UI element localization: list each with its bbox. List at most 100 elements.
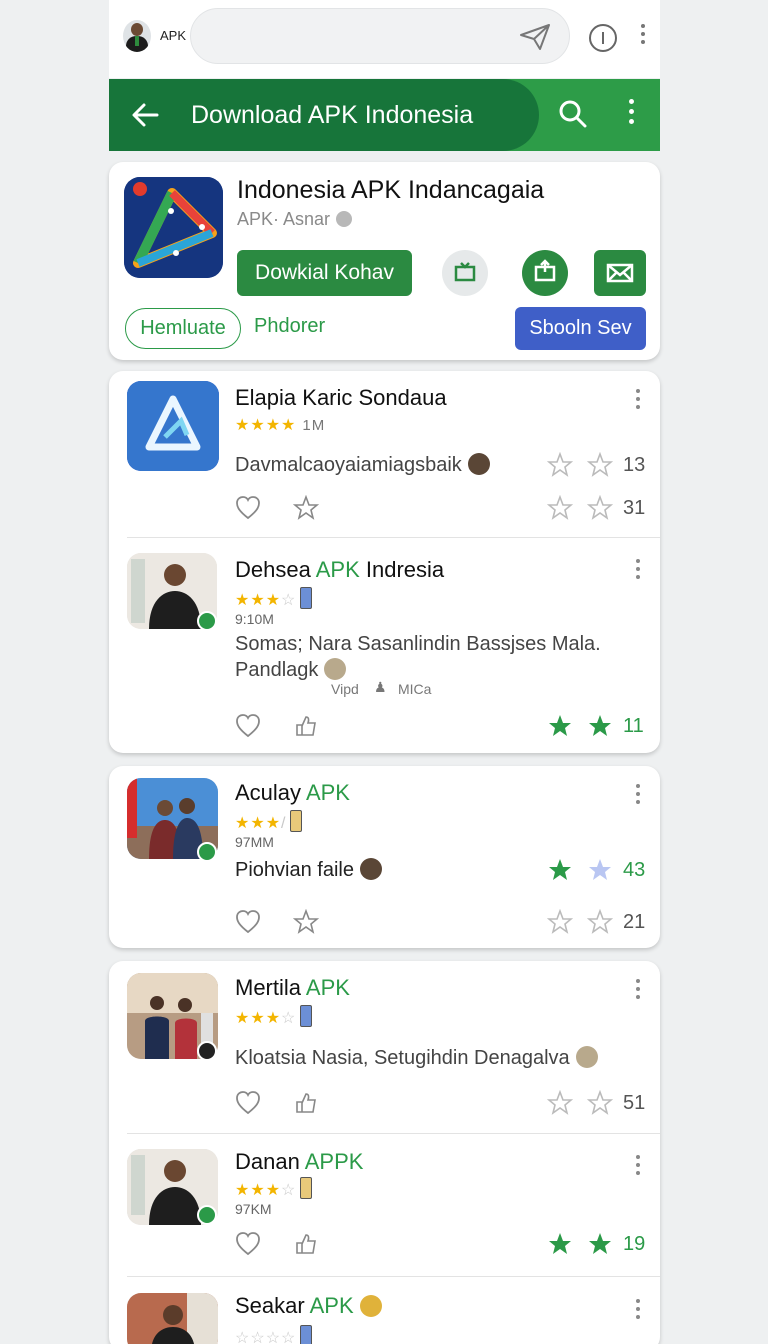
- star-filled-icon[interactable]: [587, 713, 613, 739]
- share-icon[interactable]: [293, 713, 319, 739]
- share-icon[interactable]: [293, 909, 319, 935]
- thumbs-up-icon[interactable]: [293, 1231, 319, 1257]
- star-outline-icon[interactable]: [587, 495, 613, 521]
- info-icon: [575, 1046, 598, 1068]
- rating-stars: ★★★★ 1M: [235, 417, 326, 434]
- star-outline-icon[interactable]: [547, 1090, 573, 1116]
- featured-app-subtitle: APK· Asnar: [237, 209, 353, 230]
- star-filled-icon[interactable]: [587, 1231, 613, 1257]
- app-name: Mertila APK: [235, 975, 350, 1000]
- count: 13: [623, 454, 646, 476]
- top-label: APK: [160, 28, 187, 43]
- overflow-menu-icon[interactable]: [627, 99, 635, 131]
- star-outline-icon[interactable]: [547, 909, 573, 935]
- send-icon[interactable]: [518, 23, 552, 51]
- hemluate-chip[interactable]: Hemluate: [125, 308, 241, 349]
- star-filled-icon[interactable]: [587, 857, 613, 883]
- tv-icon-button[interactable]: [442, 250, 488, 296]
- app-bar: Download APK Indonesia: [109, 79, 660, 151]
- page-title: Download APK Indonesia: [191, 101, 474, 129]
- more-vert-icon[interactable]: [635, 559, 641, 581]
- heart-icon[interactable]: [235, 495, 261, 521]
- count: 21: [623, 911, 646, 933]
- action-row: 11: [235, 713, 655, 743]
- rating-stars: ☆☆☆☆: [235, 1325, 313, 1344]
- rating-stars: ★★★☆: [235, 587, 313, 610]
- list-item[interactable]: Danan APPK ★★★☆ 97KM 19: [109, 1139, 660, 1269]
- app-size: 9:10M: [235, 611, 274, 627]
- count: 43: [623, 859, 646, 881]
- phdorer-link[interactable]: Phdorer: [254, 315, 325, 338]
- call-badge: [197, 1041, 217, 1061]
- rating-stars: ★★★☆: [235, 1177, 313, 1200]
- rating-row: 43: [235, 857, 655, 887]
- star-outline-icon[interactable]: [547, 452, 573, 478]
- divider: [127, 1276, 660, 1277]
- share-icon-button[interactable]: [522, 250, 568, 296]
- app-list-card: Elapia Karic Sondaua ★★★★ 1M Davmalcaoyai…: [109, 371, 660, 753]
- meta-text: MICa: [398, 681, 432, 697]
- thumbs-up-icon[interactable]: [293, 1090, 319, 1116]
- app-name: Elapia Karic Sondaua: [235, 385, 447, 410]
- divider: [127, 1133, 660, 1134]
- count: 51: [623, 1092, 646, 1114]
- more-vert-icon[interactable]: [635, 979, 641, 1001]
- more-vert-icon[interactable]: [635, 1155, 641, 1177]
- heart-icon[interactable]: [235, 713, 261, 739]
- rating-row: 13: [235, 452, 655, 482]
- more-vert-icon[interactable]: [635, 1299, 641, 1321]
- info-icon: [324, 658, 347, 680]
- mail-icon-button[interactable]: [594, 250, 646, 296]
- primary-action-button[interactable]: Sbooln Sev: [515, 307, 646, 350]
- app-icon: [124, 177, 223, 278]
- info-icon[interactable]: [589, 24, 617, 52]
- list-item[interactable]: Seakar APK ☆☆☆☆: [109, 1283, 660, 1344]
- avatar[interactable]: [123, 20, 151, 52]
- featured-app-card: Indonesia APK Indancagaia APK· Asnar Dow…: [109, 162, 660, 360]
- search-icon[interactable]: [558, 99, 588, 129]
- more-vert-icon[interactable]: [635, 389, 641, 411]
- count: 31: [623, 497, 646, 519]
- search-bar[interactable]: [190, 8, 570, 64]
- phone-icon: [290, 810, 303, 832]
- count: 19: [623, 1233, 646, 1255]
- download-button[interactable]: Dowkial Kohav: [237, 250, 412, 296]
- app-name: Dehsea APK Indresia: [235, 557, 445, 582]
- app-name: Aculay APK: [235, 780, 350, 805]
- more-vert-icon[interactable]: [635, 784, 641, 806]
- list-item[interactable]: Dehsea APK Indresia ★★★☆ 9:10M Somas; Na…: [109, 543, 660, 753]
- list-item[interactable]: Mertila APK ★★★☆ Kloatsia Nasia, Setugih…: [109, 961, 660, 1133]
- featured-app-name: Indonesia APK Indancagaia: [237, 176, 545, 204]
- verified-badge: [197, 611, 217, 631]
- heart-icon[interactable]: [235, 1090, 261, 1116]
- action-row: 21: [235, 909, 655, 939]
- star-filled-icon[interactable]: [547, 1231, 573, 1257]
- verified-badge: [197, 1205, 217, 1225]
- share-icon[interactable]: [293, 495, 319, 521]
- star-outline-icon[interactable]: [587, 452, 613, 478]
- more-vert-icon[interactable]: [639, 24, 647, 48]
- back-arrow-icon[interactable]: [131, 101, 159, 129]
- star-outline-icon[interactable]: [547, 495, 573, 521]
- phone-icon: [300, 587, 313, 609]
- star-outline-icon[interactable]: [587, 1090, 613, 1116]
- verified-badge: [197, 842, 217, 862]
- list-item[interactable]: Aculay APK ★★★/ 97MM Piohvian faile 43 2…: [109, 766, 660, 948]
- list-item[interactable]: Elapia Karic Sondaua ★★★★ 1M Davmalcaoyai…: [109, 371, 660, 537]
- star-outline-icon[interactable]: [587, 909, 613, 935]
- heart-icon[interactable]: [235, 1231, 261, 1257]
- heart-icon[interactable]: [235, 909, 261, 935]
- rating-stars: ★★★/: [235, 810, 303, 833]
- app-description: Kloatsia Nasia, Setugihdin Denagalva: [235, 1046, 598, 1070]
- rating-stars: ★★★☆: [235, 1005, 313, 1028]
- people-icon: ♟: [374, 679, 387, 695]
- count: 11: [623, 715, 644, 737]
- star-filled-icon[interactable]: [547, 857, 573, 883]
- verified-icon: [336, 211, 353, 227]
- app-icon: [127, 381, 219, 471]
- phone-icon: [300, 1177, 313, 1199]
- app-size: 97KM: [235, 1201, 272, 1217]
- action-row: 31: [235, 495, 655, 525]
- star-filled-icon[interactable]: [547, 713, 573, 739]
- app-screen: APK Download APK Indonesia Indonesia APK…: [109, 0, 660, 1344]
